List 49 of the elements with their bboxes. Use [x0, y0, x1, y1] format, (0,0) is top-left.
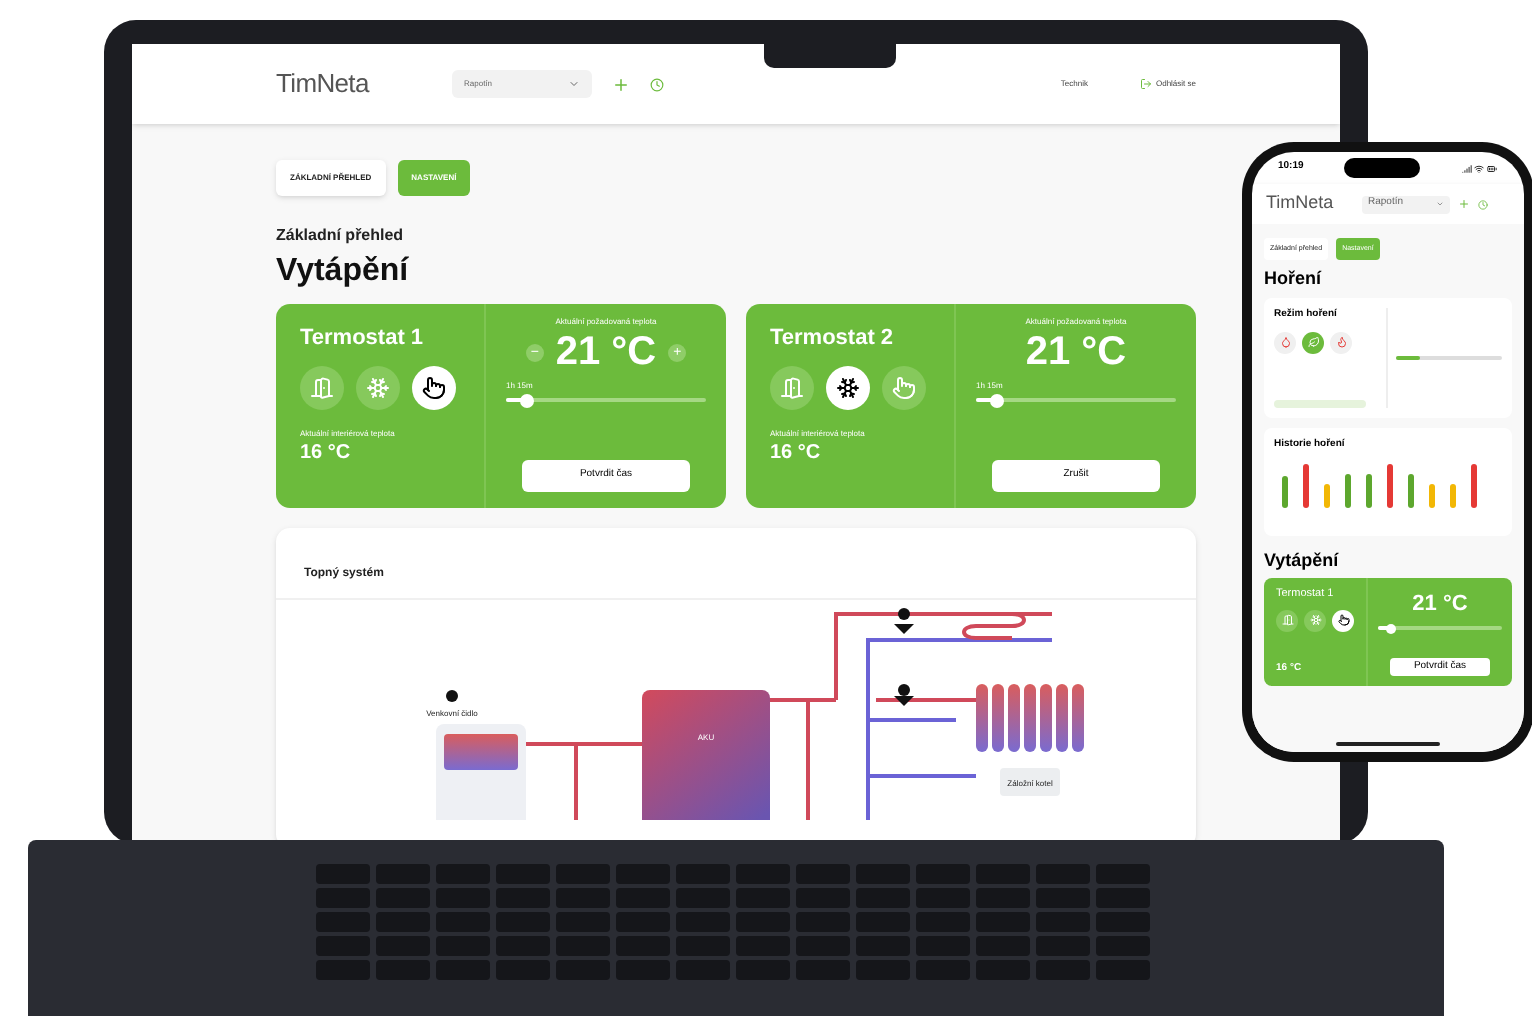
snowflake-icon [366, 376, 390, 400]
clock-icon[interactable] [1478, 199, 1488, 209]
target-temp: 21 °C [555, 332, 657, 372]
hand-icon [1337, 614, 1349, 626]
slider-thumb[interactable] [990, 393, 1004, 407]
status-bar [1274, 400, 1366, 408]
burn-mode-button[interactable] [1274, 331, 1296, 353]
flame-icon [1335, 336, 1347, 348]
snowflake-icon [836, 376, 860, 400]
clock-icon[interactable] [650, 77, 664, 91]
dynamic-island [1344, 158, 1421, 178]
leaf-icon [1307, 336, 1319, 348]
timer-slider[interactable] [976, 392, 1176, 408]
chevron-down-icon [568, 78, 580, 90]
snowflake-icon [1309, 614, 1321, 626]
target-temp: 21 °C [1412, 594, 1468, 616]
page-title: Vytápění [276, 256, 411, 288]
slider-thumb[interactable] [520, 393, 534, 407]
door-icon [310, 376, 334, 400]
section-title: Hoření [1264, 270, 1324, 288]
hand-icon [892, 376, 916, 400]
mode-button[interactable] [1332, 609, 1354, 631]
target-temp: 21 °C [1025, 332, 1127, 372]
burn-mode-button[interactable] [1330, 331, 1352, 353]
burn-mode-button[interactable] [1302, 331, 1324, 353]
logo[interactable]: TimNeta [276, 64, 432, 104]
thermostat-name: Termostat 1 [300, 328, 426, 350]
logo[interactable]: TimNeta [1266, 190, 1354, 218]
interior-temp: 16 °C [770, 444, 823, 464]
door-icon [780, 376, 804, 400]
plus-icon[interactable] [1458, 198, 1470, 210]
section-title: Vytápění [1264, 552, 1341, 570]
thermostat-name: Termostat 2 [770, 328, 896, 350]
hand-icon [422, 376, 446, 400]
camera-notch [764, 40, 896, 68]
battery-icon [1485, 163, 1498, 173]
home-indicator [1336, 742, 1440, 746]
plus-icon[interactable] [612, 75, 630, 93]
logout-icon [1139, 78, 1152, 90]
door-icon [1281, 614, 1293, 626]
slider-thumb[interactable] [1386, 623, 1397, 633]
timer-slider[interactable] [506, 392, 706, 408]
wifi-icon [1473, 163, 1484, 173]
mode-button[interactable] [412, 366, 456, 410]
breadcrumb: Základní přehled [276, 228, 406, 244]
droplet-icon [1279, 336, 1291, 348]
interior-temp: 16 °C [300, 444, 353, 464]
mode-button[interactable] [826, 366, 870, 410]
signal-icon [1461, 163, 1472, 173]
